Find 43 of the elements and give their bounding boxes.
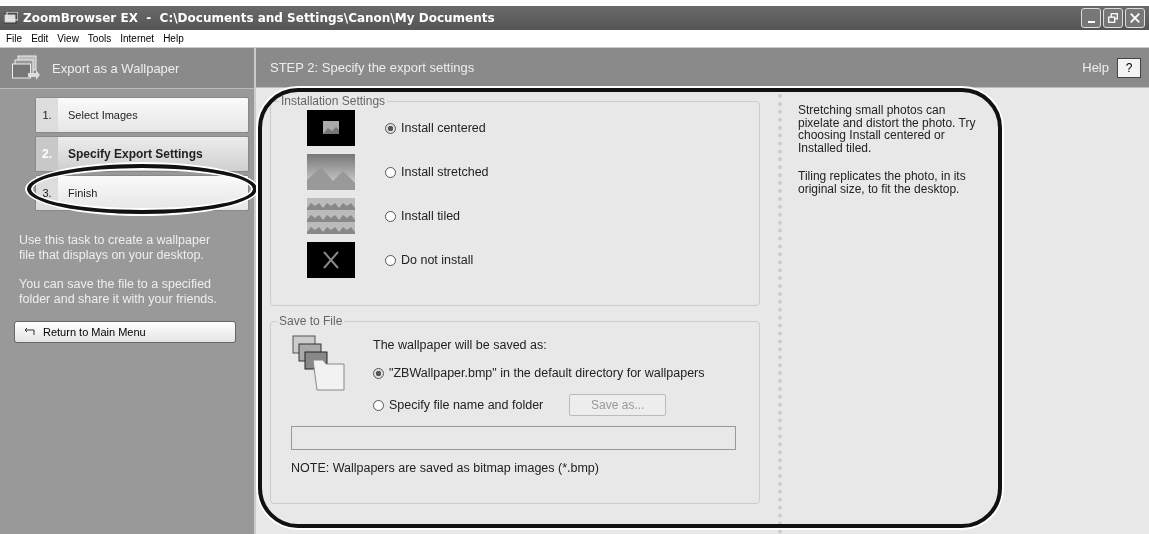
help-label: Help [1082, 60, 1109, 75]
group-title: Save to File [278, 314, 344, 328]
close-icon [1129, 12, 1141, 24]
cross-picture-icon [307, 242, 355, 278]
app-icon [4, 12, 18, 24]
pictures-icon [12, 55, 40, 81]
path-field[interactable] [291, 426, 736, 450]
menu-item[interactable]: File [6, 33, 23, 44]
pictures-folder-icon [291, 334, 347, 394]
hint-text: Tiling replicates the photo, in its original size, to fit the desktop. [798, 170, 967, 195]
menu-item[interactable]: Tools [87, 33, 112, 44]
hint-text: Stretching small photos can pixelate and distort the photo. Try choosing Install centered or Installed tiled. [798, 104, 977, 154]
save-intro: The wallpaper will be saved as: [373, 338, 548, 352]
menu-item[interactable]: Internet [120, 33, 155, 44]
task-description: You can save the file to a specified folder and share it with your friends. [19, 277, 219, 307]
return-arrow-icon [23, 327, 35, 337]
minimize-button[interactable] [1081, 8, 1101, 28]
radio-option[interactable]: Install stretched [385, 165, 489, 179]
menu-item[interactable]: View [57, 33, 79, 44]
task-title: Export as a Wallpaper [52, 60, 180, 76]
step-item[interactable]: 1. Select Images [35, 97, 249, 133]
menu-item[interactable]: Help [163, 33, 184, 44]
close-button[interactable] [1125, 8, 1145, 28]
radio-option[interactable]: Do not install [385, 253, 474, 267]
note-text: NOTE: Wallpapers are saved as bitmap images (*.bmp) [291, 461, 600, 475]
centered-picture-icon [307, 110, 355, 146]
step-title: STEP 2: Specify the export settings [270, 60, 475, 75]
radio-option[interactable]: Specify file name and folder [373, 398, 544, 412]
return-button[interactable]: Return to Main Menu [14, 321, 236, 343]
group-title: Installation Settings [280, 94, 387, 108]
restore-button[interactable] [1103, 8, 1123, 28]
minimize-icon [1087, 21, 1095, 23]
tiled-picture-icon [307, 198, 355, 234]
step-item[interactable]: 3. Finish [35, 175, 249, 211]
radio-option[interactable]: Install centered [385, 121, 486, 135]
help-button[interactable]: ? [1117, 57, 1141, 78]
window-title: ZoomBrowser EX - C:\Documents and Settings\Canon\My Documents [23, 11, 495, 25]
radio-option[interactable]: Install tiled [385, 209, 461, 223]
menu-item[interactable]: Edit [31, 33, 49, 44]
task-description: Use this task to create a wallpaper file that displays on your desktop. [19, 233, 212, 263]
restore-icon [1107, 12, 1119, 24]
stretched-picture-icon [307, 154, 355, 190]
radio-option[interactable]: "ZBWallpaper.bmp" in the default directory for wallpapers [373, 366, 705, 380]
